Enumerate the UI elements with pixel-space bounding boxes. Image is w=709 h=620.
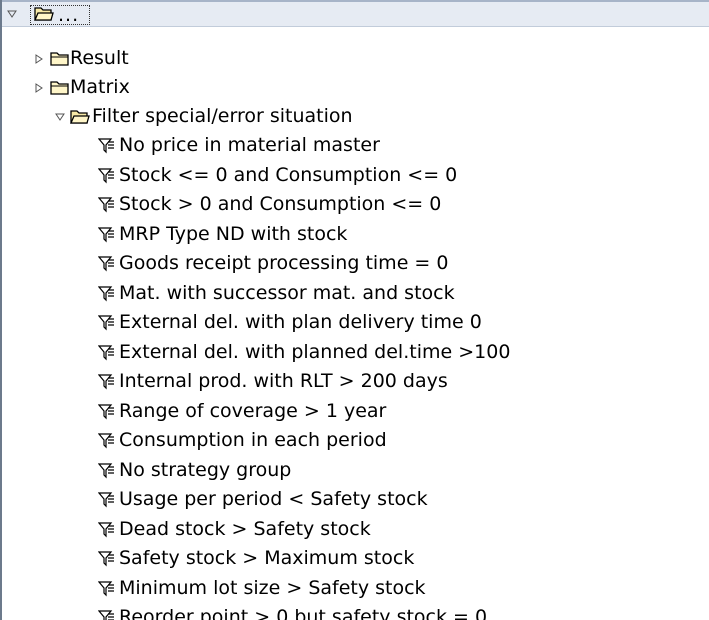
filter-icon	[98, 161, 116, 190]
tree-leaf-filter[interactable]: Consumption in each period	[2, 426, 709, 455]
tree-leaf-filter[interactable]: Dead stock > Safety stock	[2, 515, 709, 544]
tree-node-filter-special-error[interactable]: Filter special/error situation	[2, 102, 709, 131]
tree-leaf-label: Stock <= 0 and Consumption <= 0	[119, 164, 458, 186]
tree-leaf-label: Mat. with successor mat. and stock	[119, 282, 455, 304]
tree-leaf-filter[interactable]: Stock <= 0 and Consumption <= 0	[2, 161, 709, 190]
tree-leaf-label: Range of coverage > 1 year	[119, 400, 387, 422]
filter-icon	[98, 426, 116, 455]
tree-leaf-filter[interactable]: Internal prod. with RLT > 200 days	[2, 367, 709, 396]
tree-root-row[interactable]: ...	[2, 0, 709, 27]
filter-icon	[98, 249, 116, 278]
tree-node-result[interactable]: Result	[2, 44, 709, 73]
filter-icon	[98, 338, 116, 367]
tree-leaf-label: Goods receipt processing time = 0	[119, 252, 449, 274]
tree-leaf-label: Stock > 0 and Consumption <= 0	[119, 193, 442, 215]
tree-leaf-filter[interactable]: Usage per period < Safety stock	[2, 485, 709, 514]
tree-root-label[interactable]: ...	[58, 2, 79, 29]
tree-leaf-filter[interactable]: No strategy group	[2, 456, 709, 485]
filter-icon	[98, 220, 116, 249]
tree-leaf-filter[interactable]: Safety stock > Maximum stock	[2, 544, 709, 573]
tree-leaf-filter[interactable]: Minimum lot size > Safety stock	[2, 574, 709, 603]
filter-icon	[98, 397, 116, 426]
tree-leaf-label: External del. with planned del.time >100	[119, 341, 511, 363]
filter-icon	[98, 308, 116, 337]
tree-node-matrix[interactable]: Matrix	[2, 73, 709, 102]
filter-icon	[98, 190, 116, 219]
tree-leaf-label: Minimum lot size > Safety stock	[119, 577, 426, 599]
filter-icon	[98, 603, 116, 620]
tree-leaf-label: Safety stock > Maximum stock	[119, 547, 415, 569]
tree-leaf-filter[interactable]: Range of coverage > 1 year	[2, 397, 709, 426]
expand-arrow-icon[interactable]	[33, 44, 45, 73]
collapse-arrow-icon[interactable]	[54, 102, 66, 131]
tree-node-label: Filter special/error situation	[92, 105, 353, 127]
tree-leaf-filter[interactable]: MRP Type ND with stock	[2, 220, 709, 249]
folder-closed-icon	[50, 44, 70, 73]
tree-leaf-label: Reorder point > 0 but safety stock = 0	[119, 606, 488, 620]
tree-leaf-label: Internal prod. with RLT > 200 days	[119, 370, 448, 392]
folder-closed-icon	[50, 73, 70, 102]
tree-leaf-label: Dead stock > Safety stock	[119, 518, 371, 540]
tree-leaf-label: No price in material master	[119, 134, 380, 156]
tree-leaf-label: MRP Type ND with stock	[119, 223, 348, 245]
filter-icon	[98, 367, 116, 396]
filter-icon	[98, 279, 116, 308]
tree-leaf-filter[interactable]: External del. with plan delivery time 0	[2, 308, 709, 337]
tree-leaf-filter[interactable]: Mat. with successor mat. and stock	[2, 279, 709, 308]
tree-leaf-label: Consumption in each period	[119, 429, 387, 451]
tree-leaf-label: Usage per period < Safety stock	[119, 488, 428, 510]
filter-icon	[98, 456, 116, 485]
filter-icon	[98, 544, 116, 573]
tree-node-label: Result	[70, 47, 129, 69]
tree-leaf-filter[interactable]: No price in material master	[2, 131, 709, 160]
expand-arrow-icon[interactable]	[33, 73, 45, 102]
tree-node-label: Matrix	[70, 76, 130, 98]
tree-leaf-filter[interactable]: Reorder point > 0 but safety stock = 0	[2, 603, 709, 620]
tree-leaf-label: No strategy group	[119, 459, 292, 481]
tree-leaf-label: External del. with plan delivery time 0	[119, 311, 482, 333]
collapse-arrow-icon[interactable]	[6, 2, 18, 26]
navigation-tree: ... Result Matrix Filter special/error s…	[0, 0, 709, 620]
folder-open-icon	[34, 2, 54, 26]
filter-icon	[98, 515, 116, 544]
tree-leaf-filter[interactable]: Goods receipt processing time = 0	[2, 249, 709, 278]
folder-open-icon	[70, 102, 90, 131]
filter-icon	[98, 131, 116, 160]
filter-icon	[98, 485, 116, 514]
tree-leaf-filter[interactable]: External del. with planned del.time >100	[2, 338, 709, 367]
tree-leaf-filter[interactable]: Stock > 0 and Consumption <= 0	[2, 190, 709, 219]
filter-icon	[98, 574, 116, 603]
